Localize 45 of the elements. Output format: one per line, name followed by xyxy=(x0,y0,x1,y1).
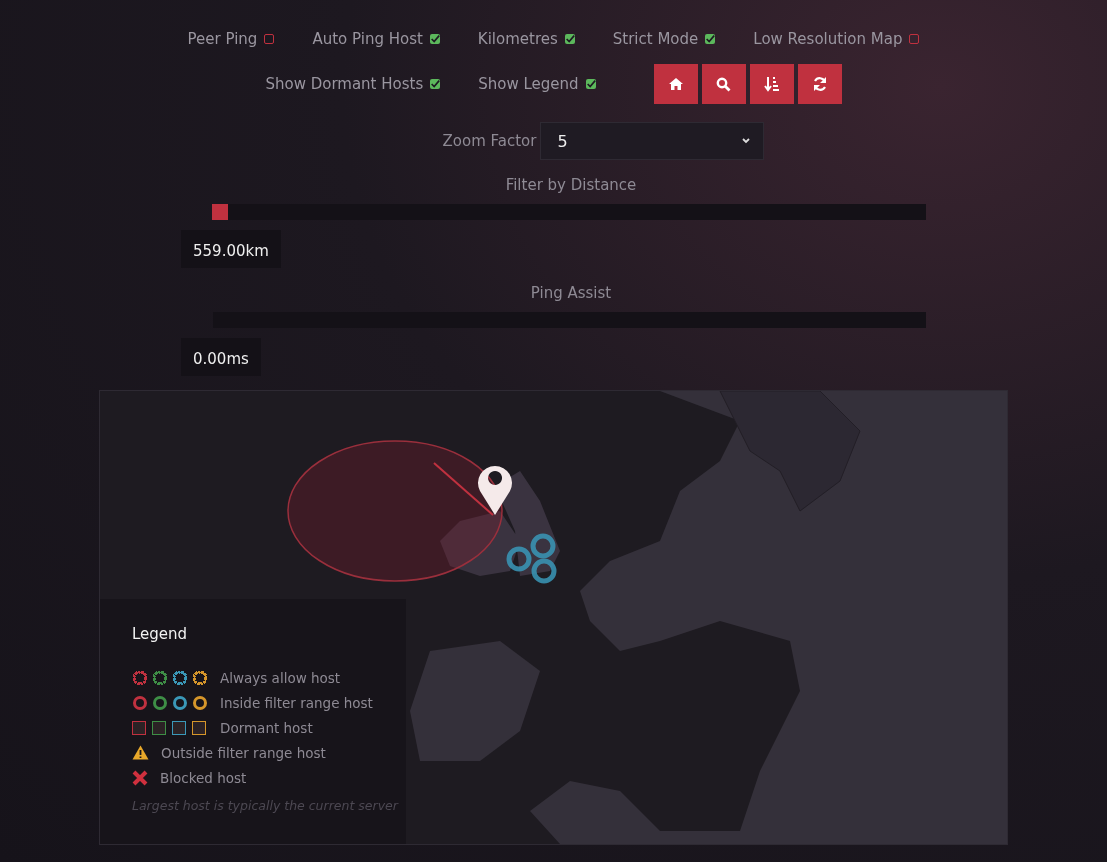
legend-label: Outside filter range host xyxy=(161,744,326,761)
legend-title: Legend xyxy=(132,625,189,643)
legend-label: Inside filter range host xyxy=(220,694,373,711)
slider-track[interactable] xyxy=(213,312,926,328)
legend-note: Largest host is typically the current server xyxy=(132,798,400,813)
checkbox[interactable] xyxy=(264,34,275,44)
slider-track[interactable] xyxy=(213,204,926,220)
warning-icon xyxy=(132,745,149,760)
zoom-select[interactable]: 5 xyxy=(540,122,765,160)
checkbox[interactable] xyxy=(705,34,716,44)
slider-label: Ping Assist xyxy=(529,284,613,302)
option-label: Strict Mode xyxy=(612,30,699,48)
checkbox[interactable] xyxy=(909,34,920,44)
sort-icon xyxy=(763,76,780,92)
chevron-down-icon xyxy=(741,137,752,145)
sort-button[interactable] xyxy=(749,64,794,104)
slider-label: Filter by Distance xyxy=(504,176,638,194)
option-label: Auto Ping Host xyxy=(312,30,423,48)
search-button[interactable] xyxy=(701,64,746,104)
checkbox[interactable] xyxy=(430,79,441,89)
option-label: Low Resolution Map xyxy=(753,30,903,48)
checkbox[interactable] xyxy=(564,34,575,44)
option-label: Kilometres xyxy=(477,30,558,48)
legend-label: Always allow host xyxy=(220,669,341,686)
checkbox[interactable] xyxy=(429,34,440,44)
legend-label: Dormant host xyxy=(220,719,313,736)
zoom-label: Zoom Factor xyxy=(442,132,537,150)
option-label: Peer Ping xyxy=(187,30,258,48)
home-button[interactable] xyxy=(653,64,698,104)
refresh-icon xyxy=(811,76,828,92)
option-label: Show Dormant Hosts xyxy=(265,75,424,93)
home-icon xyxy=(667,77,684,91)
slider-thumb[interactable] xyxy=(212,204,229,220)
search-icon xyxy=(716,76,732,92)
location-pin-icon xyxy=(478,466,512,515)
legend-label: Blocked host xyxy=(160,769,247,786)
host-marker[interactable] xyxy=(506,546,532,572)
refresh-button[interactable] xyxy=(797,64,842,104)
option-label: Show Legend xyxy=(478,75,579,93)
host-marker[interactable] xyxy=(530,533,556,559)
host-marker[interactable] xyxy=(531,558,557,584)
slider-value: 0.00ms xyxy=(181,338,261,376)
slider-value: 559.00km xyxy=(181,230,281,268)
checkbox[interactable] xyxy=(585,79,596,89)
cross-icon xyxy=(132,769,148,786)
